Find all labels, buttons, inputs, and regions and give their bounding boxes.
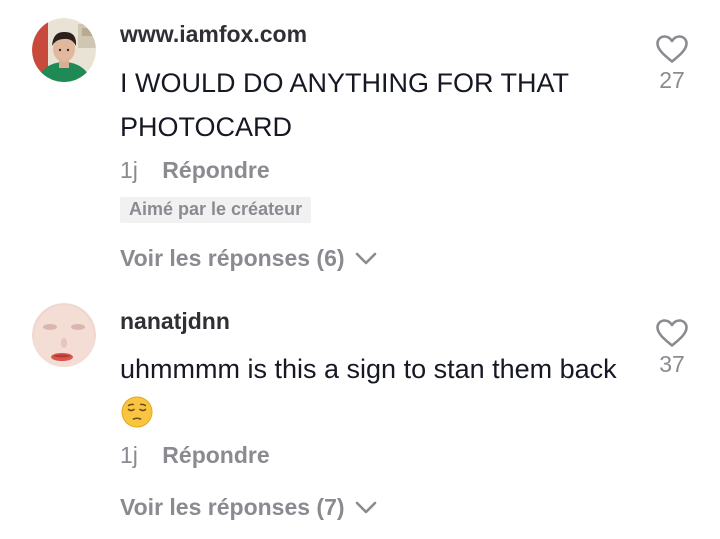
like-count: 27 <box>659 67 685 93</box>
liked-by-creator-badge: Aimé par le créateur <box>120 197 312 223</box>
view-replies-button[interactable]: Voir les réponses (6) <box>120 245 378 272</box>
comment-meta: 1j Répondre <box>120 442 270 469</box>
comment-item: nanatjdnn uhmmmm is this a sign to stan … <box>0 290 720 539</box>
username[interactable]: www.iamfox.com <box>120 21 307 48</box>
comment-meta: 1j Répondre <box>120 157 270 184</box>
avatar-image <box>32 303 96 367</box>
avatar[interactable] <box>32 18 96 82</box>
comment-text-container: uhmmmm is this a sign to stan them back <box>120 347 620 435</box>
chevron-down-icon <box>355 501 377 514</box>
view-replies-label: Voir les réponses (6) <box>120 245 345 271</box>
view-replies-button[interactable]: Voir les réponses (7) <box>120 494 378 521</box>
heart-outline-icon[interactable] <box>655 34 689 64</box>
avatar-image <box>32 18 96 82</box>
comment-age: 1j <box>120 157 138 183</box>
view-replies-label: Voir les réponses (7) <box>120 494 345 520</box>
chevron-down-icon <box>355 252 377 265</box>
reply-button[interactable]: Répondre <box>162 157 269 183</box>
comment-age: 1j <box>120 442 138 468</box>
like-count: 37 <box>659 351 685 377</box>
comment-text: uhmmmm is this a sign to stan them back <box>120 354 617 384</box>
like-button[interactable]: 27 <box>648 34 696 94</box>
comment-text: I WOULD DO ANYTHING FOR THAT PHOTOCARD <box>120 68 569 142</box>
pensive-face-emoji-icon <box>121 396 153 428</box>
reply-button[interactable]: Répondre <box>162 442 269 468</box>
username[interactable]: nanatjdnn <box>120 308 230 335</box>
heart-outline-icon[interactable] <box>655 318 689 348</box>
comment-item: www.iamfox.com I WOULD DO ANYTHING FOR T… <box>0 0 720 290</box>
avatar[interactable] <box>32 303 96 367</box>
like-button[interactable]: 37 <box>648 318 696 378</box>
